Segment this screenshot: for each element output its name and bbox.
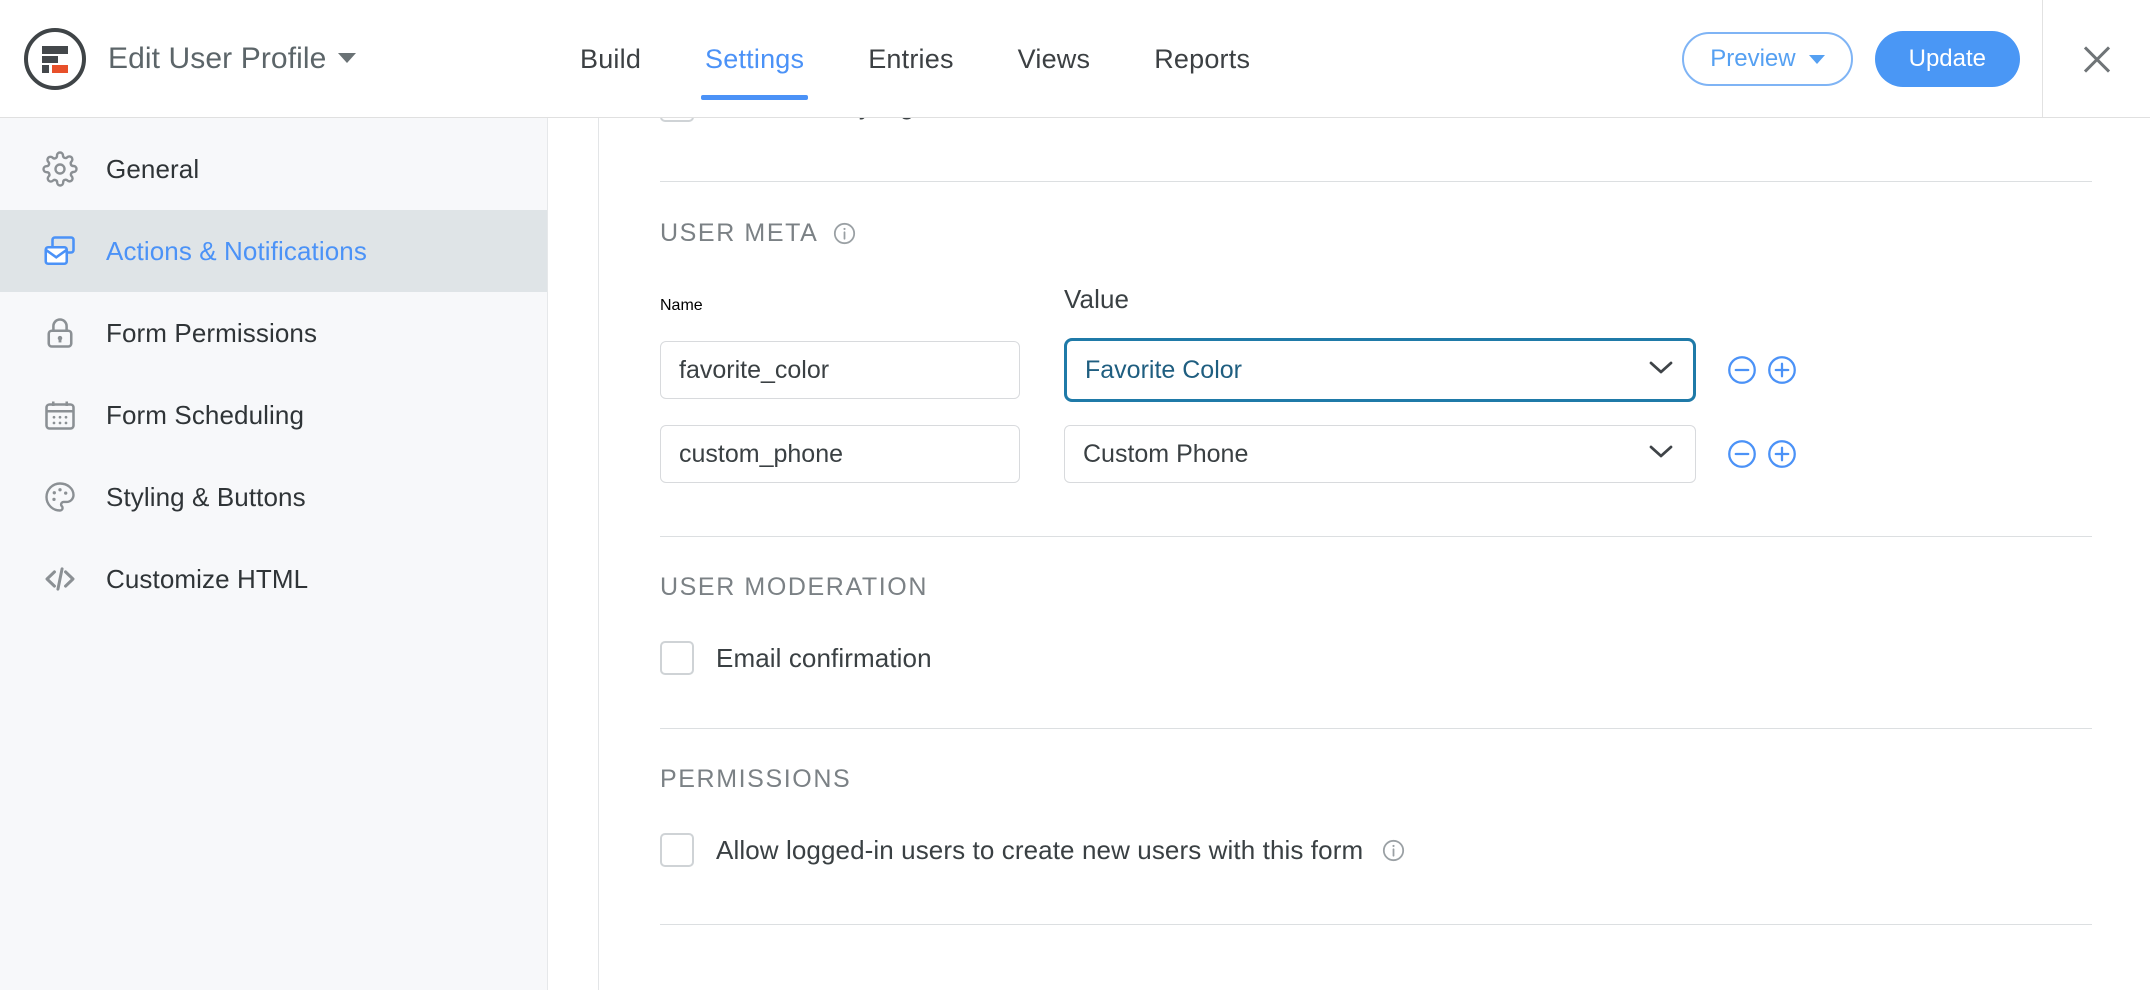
email-confirmation-label: Email confirmation [716,642,932,673]
section-title-user-meta-text: USER META [660,219,819,247]
formidable-logo-icon[interactable] [24,28,86,90]
sidebar-item-label-customize-html: Customize HTML [106,563,309,594]
logo-glyph [40,44,70,74]
allow-create-users-label: Allow logged-in users to create new user… [716,834,1364,865]
logo-bar-mid [42,56,58,63]
info-circle-icon[interactable] [832,221,857,246]
info-circle-icon[interactable] [1381,838,1406,863]
user-meta-value-select-label: Favorite Color [1085,355,1242,384]
user-meta-name-input[interactable] [660,341,1020,399]
app-root: Edit User Profile Build Settings Entries… [0,0,2150,990]
divider-above-user-meta [660,181,2092,182]
preview-button[interactable]: Preview [1682,32,1853,86]
section-title-user-meta: USER META [660,219,2092,248]
section-title-permissions-text: PERMISSIONS [660,765,852,793]
sidebar-item-form-scheduling[interactable]: Form Scheduling [0,374,547,456]
settings-panel: Automatically log in users who submit th… [598,118,2150,990]
allow-create-users-row: Allow logged-in users to create new user… [660,833,2092,867]
email-confirmation-checkbox[interactable] [660,641,694,675]
user-meta-column-headers: Name Value [660,284,2092,315]
user-meta-name-input[interactable] [660,425,1020,483]
sidebar-item-general[interactable]: General [0,128,547,210]
form-title-dropdown[interactable]: Edit User Profile [108,42,357,76]
email-confirmation-row: Email confirmation [660,641,2092,675]
section-title-user-moderation: USER MODERATION [660,573,2092,602]
divider-bottom [660,924,2092,925]
envelope-stack-icon [40,231,80,271]
user-meta-row-actions [1724,352,1800,388]
column-header-value: Value [1064,284,1130,314]
close-icon [2080,42,2114,76]
user-meta-row: Custom Phone [660,425,2092,483]
content-area: Automatically log in users who submit th… [549,118,2150,990]
plus-circle-icon[interactable] [1764,436,1800,472]
auto-login-checkbox[interactable] [660,118,694,122]
gear-icon [40,149,80,189]
tab-reports[interactable]: Reports [1122,0,1282,118]
user-meta-value-select-label: Custom Phone [1083,439,1249,468]
sidebar-item-form-permissions[interactable]: Form Permissions [0,292,547,374]
divider-above-permissions [660,728,2092,729]
section-title-permissions: PERMISSIONS [660,765,2092,794]
form-title-text: Edit User Profile [108,42,327,75]
user-meta-value-select[interactable]: Custom Phone [1064,425,1696,483]
lock-icon [40,313,80,353]
preview-button-label: Preview [1710,45,1796,72]
top-bar: Edit User Profile Build Settings Entries… [0,0,2150,118]
logo-bar-stem [42,65,49,73]
user-meta-row: Favorite Color [660,338,2092,402]
palette-icon [40,477,80,517]
plus-circle-icon[interactable] [1764,352,1800,388]
sidebar-item-label-styling-buttons: Styling & Buttons [106,481,306,512]
user-meta-value-select-box[interactable]: Custom Phone [1064,425,1696,483]
tab-views[interactable]: Views [986,0,1123,118]
allow-create-users-checkbox[interactable] [660,833,694,867]
tab-settings[interactable]: Settings [673,0,836,118]
tab-build[interactable]: Build [548,0,673,118]
user-meta-value-select[interactable]: Favorite Color [1064,338,1696,402]
chevron-down-icon [1808,54,1825,64]
sidebar-item-label-form-scheduling: Form Scheduling [106,399,305,430]
user-meta-value-select-box[interactable]: Favorite Color [1064,338,1696,402]
divider-above-user-moderation [660,536,2092,537]
auto-login-row: Automatically log in users who submit th… [660,118,2092,128]
section-title-user-moderation-text: USER MODERATION [660,573,928,601]
sidebar-item-actions-notifications[interactable]: Actions & Notifications [0,210,547,292]
code-icon [40,559,80,599]
brand-area: Edit User Profile [0,28,548,90]
chevron-down-icon [338,53,357,63]
sidebar-item-styling-buttons[interactable]: Styling & Buttons [0,456,547,538]
calendar-icon [40,395,80,435]
logo-bar-top [42,46,68,54]
primary-nav-tabs: Build Settings Entries Views Reports [548,0,1282,118]
column-header-name: Name [660,297,703,314]
user-meta-row-actions [1724,436,1800,472]
settings-sidebar: General Actions & Notifications Form Per… [0,118,548,990]
logo-bar-accent [52,65,68,73]
update-button[interactable]: Update [1874,31,2020,87]
minus-circle-icon[interactable] [1724,352,1760,388]
sidebar-item-label-form-permissions: Form Permissions [106,317,318,348]
sidebar-item-label-general: General [106,153,200,184]
tab-entries[interactable]: Entries [836,0,985,118]
minus-circle-icon[interactable] [1724,436,1760,472]
close-button[interactable] [2042,0,2150,118]
sidebar-item-customize-html[interactable]: Customize HTML [0,538,547,620]
auto-login-label: Automatically log in users who submit th… [716,118,1261,121]
sidebar-item-label-actions-notifications: Actions & Notifications [106,235,367,266]
top-bar-actions: Preview Update [1682,0,2150,118]
update-button-label: Update [1908,45,1986,72]
